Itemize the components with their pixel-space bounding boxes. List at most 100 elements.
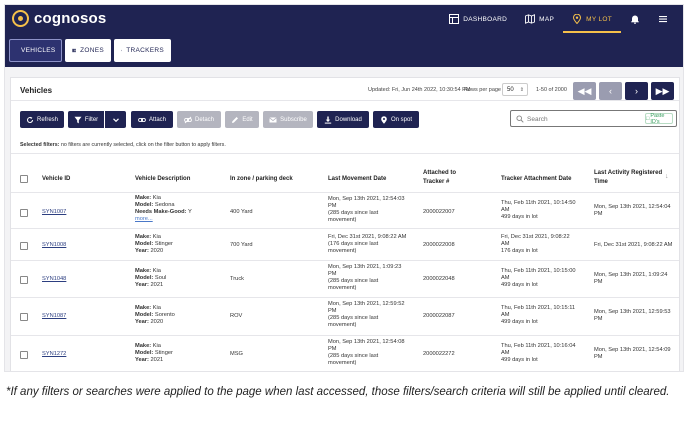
tracker-attachment-line1: Thu, Feb 11th 2021, 10:15:11 xyxy=(501,305,576,311)
download-button[interactable]: Download xyxy=(317,111,369,128)
filter-button[interactable]: Filter xyxy=(68,111,104,128)
tracker-attachment-line2: AM xyxy=(501,241,510,247)
tracker-attachment-value: Fri, Dec 31st 2021, 9:08:22 AM 176 days … xyxy=(501,234,570,255)
sort-arrow-icon[interactable]: ↓ xyxy=(665,173,669,180)
row-checkbox[interactable] xyxy=(20,209,28,217)
last-movement-line3: (285 days since last xyxy=(328,353,379,359)
model-line: Model: Soul xyxy=(135,275,166,282)
select-arrows-icon: ⇕ xyxy=(519,87,524,93)
cognosos-logo-icon xyxy=(12,10,29,27)
tracker-attachment-line1: Thu, Feb 11th 2021, 10:14:50 xyxy=(501,200,576,206)
vehicle-id-link[interactable]: SYN1087 xyxy=(42,313,66,320)
extra-value: 2021 xyxy=(150,357,164,363)
column-header-last-movement[interactable]: Last Movement Date xyxy=(328,175,386,184)
search-input[interactable] xyxy=(527,113,627,125)
location-pin-icon xyxy=(573,14,582,24)
brand-name: cognosos xyxy=(34,10,107,27)
nav-dashboard[interactable]: DASHBOARD xyxy=(440,5,516,33)
menu-button[interactable] xyxy=(649,5,677,33)
row-checkbox[interactable] xyxy=(20,351,28,359)
hamburger-menu-icon xyxy=(659,16,667,23)
map-icon xyxy=(525,14,536,24)
vehicle-id-link[interactable]: SYN1048 xyxy=(42,276,66,283)
nav-my-lot[interactable]: MY LOT xyxy=(563,5,621,33)
rows-per-page-label: Rows per page xyxy=(464,87,501,93)
extra-value: 2020 xyxy=(150,248,164,254)
vehicle-id-link[interactable]: SYN1007 xyxy=(42,209,66,216)
select-all-checkbox[interactable] xyxy=(20,175,28,183)
previous-page-button[interactable]: ‹ xyxy=(599,82,622,100)
days-in-lot: 499 days in lot xyxy=(501,282,538,288)
column-header-attached[interactable]: Attached to Tracker # xyxy=(423,169,456,187)
make-value: Kia xyxy=(152,343,161,349)
vehicle-id-link[interactable]: SYN1272 xyxy=(42,351,66,358)
location-pin-icon xyxy=(381,115,387,124)
days-in-lot: 499 days in lot xyxy=(501,319,538,325)
column-header-last-activity[interactable]: Last Activity Registered Time xyxy=(594,169,662,187)
target-icon xyxy=(121,49,123,52)
last-movement-line2: PM xyxy=(328,203,337,209)
on-spot-button[interactable]: On spot xyxy=(373,111,419,128)
attach-button[interactable]: Attach xyxy=(131,111,173,128)
last-activity-line1: Mon, Sep 13th 2021, 1:09:24 xyxy=(594,272,668,278)
rows-per-page-select[interactable]: 50 ⇕ xyxy=(502,83,528,96)
model-label: Model: xyxy=(135,241,154,247)
more-link[interactable]: more... xyxy=(135,216,192,223)
unlink-icon xyxy=(184,116,192,123)
days-in-lot: 499 days in lot xyxy=(501,214,538,220)
column-header-vehicle-id[interactable]: Vehicle ID xyxy=(42,175,70,184)
attach-label: Attach xyxy=(148,116,166,123)
paste-ids-label: Paste ID's xyxy=(650,112,665,125)
next-page-button[interactable]: › xyxy=(625,82,648,100)
bell-icon xyxy=(631,15,639,24)
last-movement-line2: PM xyxy=(328,346,337,352)
tab-vehicles[interactable]: VEHICLES xyxy=(9,39,62,62)
row-checkbox[interactable] xyxy=(20,276,28,284)
last-movement-value: Mon, Sep 13th 2021, 12:59:52 PM (285 day… xyxy=(328,301,405,329)
extra-line: Year: 2021 xyxy=(135,282,166,289)
nav-my-lot-label: MY LOT xyxy=(586,15,612,23)
column-header-description[interactable]: Vehicle Description xyxy=(135,175,190,184)
model-value: Sedona xyxy=(154,202,175,208)
selected-filters: Selected filters: no filters are current… xyxy=(20,142,226,148)
notifications-button[interactable] xyxy=(621,5,649,33)
column-header-tracker-attachment[interactable]: Tracker Attachment Date xyxy=(501,175,571,184)
selected-filters-text: no filters are currently selected, click… xyxy=(60,142,226,148)
column-header-zone[interactable]: In zone / parking deck xyxy=(230,175,293,184)
filter-dropdown-button[interactable] xyxy=(105,111,126,128)
panel-divider xyxy=(11,100,679,101)
detach-button[interactable]: Detach xyxy=(177,111,221,128)
make-value: Kia xyxy=(152,268,161,274)
last-activity-line1: Mon, Sep 13th 2021, 12:54:09 xyxy=(594,347,671,353)
first-page-icon: ◀◀ xyxy=(577,85,592,96)
tracker-attachment-line1: Fri, Dec 31st 2021, 9:08:22 xyxy=(501,234,570,240)
refresh-icon xyxy=(27,116,33,123)
tracker-attachment-line2: AM xyxy=(501,207,510,213)
vehicle-id-link[interactable]: SYN1008 xyxy=(42,242,66,249)
refresh-button[interactable]: Refresh xyxy=(20,111,64,128)
paste-ids-button[interactable]: □ Paste ID's xyxy=(645,112,673,125)
last-activity-value: Fri, Dec 31st 2021, 9:08:22 AM xyxy=(594,242,672,249)
tracker-number: 2000022087 xyxy=(423,313,455,319)
first-page-button[interactable]: ◀◀ xyxy=(573,82,596,100)
tab-zones[interactable]: ZONES xyxy=(65,39,111,62)
zone-value: MSG xyxy=(230,351,243,357)
last-page-button[interactable]: ▶▶ xyxy=(651,82,674,100)
extra-label: Needs Make-Good: xyxy=(135,209,187,215)
row-checkbox[interactable] xyxy=(20,313,28,321)
row-divider xyxy=(11,228,679,229)
column-header-attached-line2: Tracker # xyxy=(423,179,450,185)
row-checkbox[interactable] xyxy=(20,242,28,250)
tracker-attachment-line2: AM xyxy=(501,350,510,356)
last-movement-value: Mon, Sep 13th 2021, 12:54:03 PM (285 day… xyxy=(328,196,405,224)
last-movement-line1: Mon, Sep 13th 2021, 12:54:08 xyxy=(328,339,405,345)
brand-logo[interactable]: cognosos xyxy=(12,10,106,27)
model-line: Model: Sedona xyxy=(135,202,192,209)
tab-trackers[interactable]: TRACKERS xyxy=(114,39,171,62)
next-page-icon: › xyxy=(635,86,638,96)
nav-map[interactable]: MAP xyxy=(516,5,563,33)
edit-button[interactable]: Edit xyxy=(225,111,259,128)
subscribe-button[interactable]: Subscribe xyxy=(263,111,313,128)
make-line: Make: Kia xyxy=(135,234,173,241)
last-movement-line4: movement) xyxy=(328,322,357,328)
